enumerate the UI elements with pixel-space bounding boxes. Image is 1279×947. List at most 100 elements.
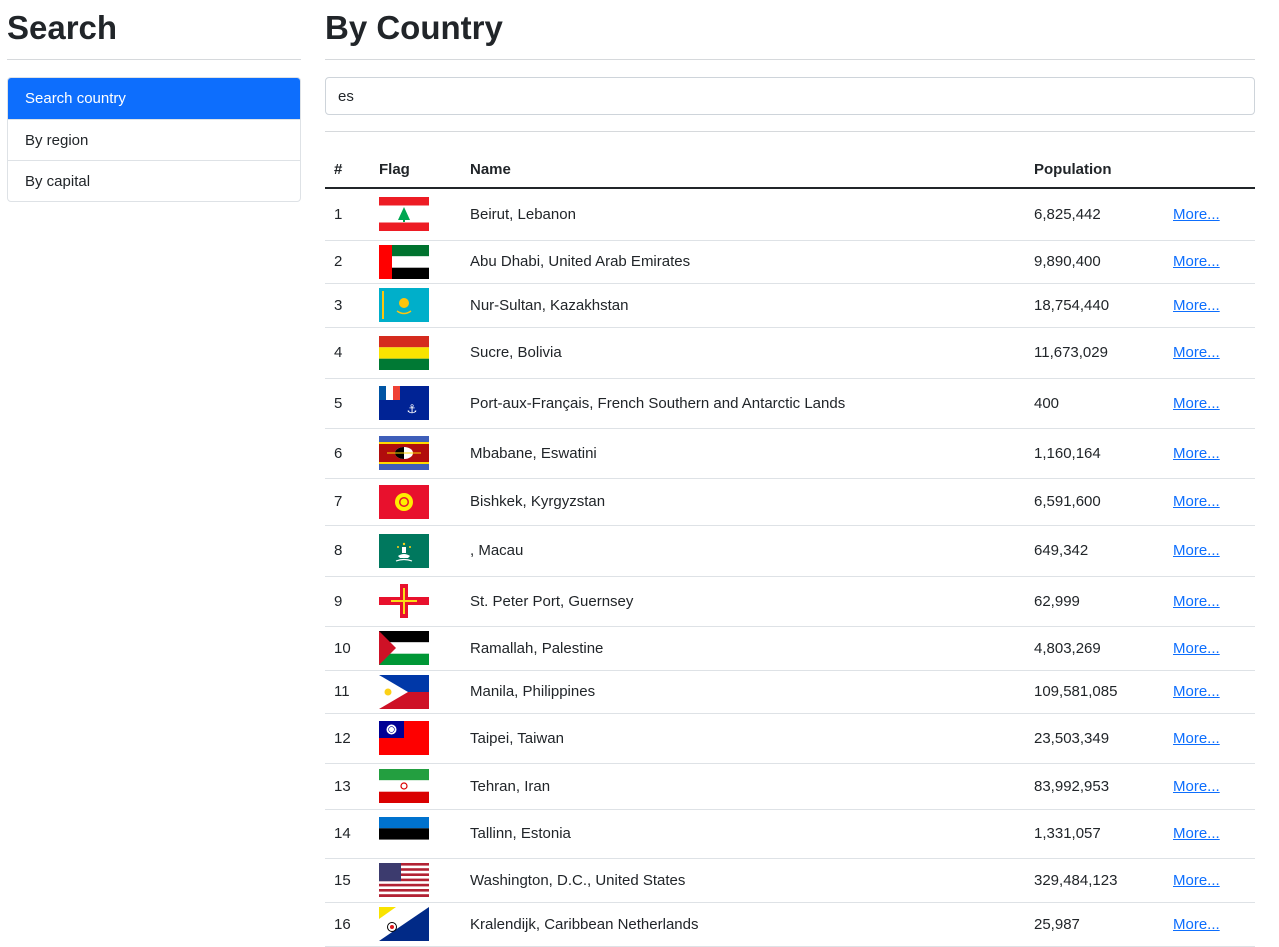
table-row: 8 , Macau 649,342 More... bbox=[325, 525, 1255, 577]
more-link[interactable]: More... bbox=[1173, 344, 1220, 361]
row-number: 10 bbox=[325, 626, 370, 671]
country-name: Abu Dhabi, United Arab Emirates bbox=[461, 240, 1025, 284]
more-link[interactable]: More... bbox=[1173, 778, 1220, 795]
row-number: 6 bbox=[325, 428, 370, 479]
country-name: Sucre, Bolivia bbox=[461, 327, 1025, 379]
more-link[interactable]: More... bbox=[1173, 730, 1220, 747]
more-link[interactable]: More... bbox=[1173, 872, 1220, 889]
country-name: Beirut, Lebanon bbox=[461, 188, 1025, 241]
sidebar-title: Search bbox=[7, 0, 301, 60]
countries-table: # Flag Name Population 1 Beirut, Lebanon 6… bbox=[325, 152, 1255, 947]
country-name: Tehran, Iran bbox=[461, 763, 1025, 810]
kazakhstan-flag-icon bbox=[379, 288, 429, 322]
more-link[interactable]: More... bbox=[1173, 542, 1220, 559]
population-value: 62,999 bbox=[1025, 576, 1164, 627]
more-link[interactable]: More... bbox=[1173, 206, 1220, 223]
header-actions bbox=[1164, 152, 1255, 189]
svg-text:⚓: ⚓ bbox=[407, 402, 418, 416]
row-number: 11 bbox=[325, 670, 370, 714]
caribbean-netherlands-flag-icon bbox=[379, 907, 429, 941]
row-number: 16 bbox=[325, 902, 370, 947]
eswatini-flag-icon bbox=[379, 436, 429, 470]
estonia-flag-icon bbox=[379, 816, 429, 851]
population-value: 649,342 bbox=[1025, 525, 1164, 577]
table-body: 1 Beirut, Lebanon 6,825,442 More... 2 Abu Dha… bbox=[325, 188, 1255, 947]
more-link[interactable]: More... bbox=[1173, 593, 1220, 610]
country-name: St. Peter Port, Guernsey bbox=[461, 576, 1025, 627]
nav-item-by-capital[interactable]: By capital bbox=[8, 160, 300, 201]
row-number: 12 bbox=[325, 713, 370, 764]
row-number: 8 bbox=[325, 525, 370, 577]
more-link[interactable]: More... bbox=[1173, 395, 1220, 412]
population-value: 83,992,953 bbox=[1025, 763, 1164, 810]
table-row: 16 Kralendijk, Caribbean Netherlands 25,98… bbox=[325, 902, 1255, 947]
country-name: Washington, D.C., United States bbox=[461, 858, 1025, 903]
country-name: Kralendijk, Caribbean Netherlands bbox=[461, 902, 1025, 947]
table-row: 2 Abu Dhabi, United Arab Emirates 9,890,40… bbox=[325, 240, 1255, 284]
bolivia-flag-icon bbox=[379, 335, 429, 370]
population-value: 11,673,029 bbox=[1025, 327, 1164, 379]
row-number: 2 bbox=[325, 240, 370, 284]
population-value: 400 bbox=[1025, 378, 1164, 429]
row-number: 7 bbox=[325, 478, 370, 526]
country-name: Taipei, Taiwan bbox=[461, 713, 1025, 764]
more-link[interactable]: More... bbox=[1173, 253, 1220, 270]
population-value: 25,987 bbox=[1025, 902, 1164, 947]
table-row: 6 Mbabane, Eswatini 1,160,164 More... bbox=[325, 428, 1255, 479]
table-header-row: # Flag Name Population bbox=[325, 152, 1255, 189]
french-southern-lands-flag-icon: ⚓ bbox=[379, 386, 429, 420]
row-number: 9 bbox=[325, 576, 370, 627]
more-link[interactable]: More... bbox=[1173, 297, 1220, 314]
population-value: 1,160,164 bbox=[1025, 428, 1164, 479]
country-search-input[interactable] bbox=[325, 77, 1255, 115]
population-value: 6,591,600 bbox=[1025, 478, 1164, 526]
row-number: 13 bbox=[325, 763, 370, 810]
country-name: , Macau bbox=[461, 525, 1025, 577]
country-name: Manila, Philippines bbox=[461, 670, 1025, 714]
population-value: 109,581,085 bbox=[1025, 670, 1164, 714]
main-content: By Country # Flag Name Population 1 Beiru… bbox=[325, 0, 1255, 947]
population-value: 23,503,349 bbox=[1025, 713, 1164, 764]
united-states-flag-icon bbox=[379, 863, 429, 897]
table-row: 10 Ramallah, Palestine 4,803,269 More... bbox=[325, 626, 1255, 671]
more-link[interactable]: More... bbox=[1173, 493, 1220, 510]
guernsey-flag-icon bbox=[379, 584, 429, 618]
row-number: 3 bbox=[325, 283, 370, 328]
palestine-flag-icon bbox=[379, 631, 429, 665]
row-number: 5 bbox=[325, 378, 370, 429]
more-link[interactable]: More... bbox=[1173, 916, 1220, 933]
population-value: 1,331,057 bbox=[1025, 809, 1164, 859]
table-row: 1 Beirut, Lebanon 6,825,442 More... bbox=[325, 188, 1255, 241]
country-name: Bishkek, Kyrgyzstan bbox=[461, 478, 1025, 526]
nav-item-by-region[interactable]: By region bbox=[8, 119, 300, 160]
uae-flag-icon bbox=[379, 244, 429, 279]
page-title: By Country bbox=[325, 0, 1255, 60]
table-row: 15 Washington, D.C., United States 329,484… bbox=[325, 858, 1255, 903]
country-name: Port-aux-Français, French Southern and A… bbox=[461, 378, 1025, 429]
population-value: 329,484,123 bbox=[1025, 858, 1164, 903]
divider bbox=[325, 131, 1255, 132]
country-name: Ramallah, Palestine bbox=[461, 626, 1025, 671]
more-link[interactable]: More... bbox=[1173, 445, 1220, 462]
table-row: 7 Bishkek, Kyrgyzstan 6,591,600 More... bbox=[325, 478, 1255, 526]
search-nav: Search country By region By capital bbox=[7, 77, 301, 202]
table-row: 9 St. Peter Port, Guernsey 62,999 More... bbox=[325, 576, 1255, 627]
macau-flag-icon bbox=[379, 533, 429, 568]
table-row: 13 Tehran, Iran 83,992,953 More... bbox=[325, 763, 1255, 810]
nav-item-search-country[interactable]: Search country bbox=[8, 78, 300, 119]
population-value: 18,754,440 bbox=[1025, 283, 1164, 328]
iran-flag-icon bbox=[379, 769, 429, 803]
table-row: 14 Tallinn, Estonia 1,331,057 More... bbox=[325, 809, 1255, 859]
table-row: 5 ⚓ Port-aux-Français, French Southern and… bbox=[325, 378, 1255, 429]
table-row: 3 Nur-Sultan, Kazakhstan 18,754,440 More... bbox=[325, 283, 1255, 328]
row-number: 4 bbox=[325, 327, 370, 379]
more-link[interactable]: More... bbox=[1173, 825, 1220, 842]
header-name: Name bbox=[461, 152, 1025, 189]
population-value: 9,890,400 bbox=[1025, 240, 1164, 284]
row-number: 15 bbox=[325, 858, 370, 903]
kyrgyzstan-flag-icon bbox=[379, 484, 429, 519]
more-link[interactable]: More... bbox=[1173, 683, 1220, 700]
header-number: # bbox=[325, 152, 370, 189]
sidebar: Search Search country By region By capit… bbox=[7, 0, 301, 202]
more-link[interactable]: More... bbox=[1173, 640, 1220, 657]
